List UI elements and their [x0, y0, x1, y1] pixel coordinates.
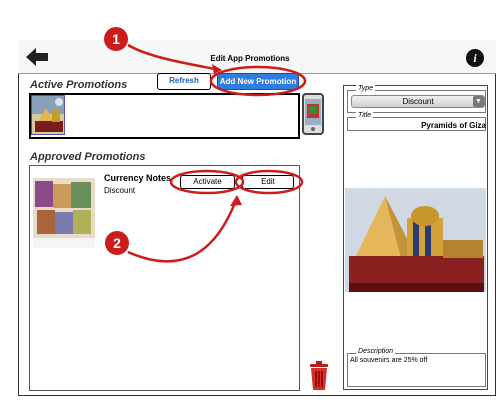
info-icon[interactable]: i: [466, 49, 484, 67]
description-legend: Description: [356, 348, 396, 355]
type-select[interactable]: Discount: [351, 95, 485, 108]
approved-promotion-thumbnail[interactable]: [33, 178, 95, 248]
active-promotion-thumbnail[interactable]: [31, 95, 65, 135]
active-promotions-list: [29, 93, 300, 139]
trash-icon[interactable]: [307, 361, 331, 391]
page-title: Edit App Promotions: [210, 54, 290, 63]
refresh-button[interactable]: Refresh: [157, 73, 211, 90]
phone-preview-icon[interactable]: [302, 93, 324, 135]
dropdown-arrow-icon[interactable]: ▼: [473, 96, 484, 107]
description-field[interactable]: All souvenirs are 25% off: [350, 357, 427, 364]
add-new-promotion-button[interactable]: Add New Promotion: [217, 73, 299, 90]
approved-item-type: Discount: [104, 186, 136, 195]
approved-promotions-label: Approved Promotions: [30, 151, 146, 163]
title-field[interactable]: Pyramids of Giza: [350, 121, 486, 130]
approved-item-title: Currency Notes: [104, 173, 172, 183]
title-legend: Title: [356, 112, 374, 119]
edit-button[interactable]: Edit: [242, 175, 294, 189]
activate-button[interactable]: Activate: [180, 175, 235, 189]
active-promotions-label: Active Promotions: [30, 79, 128, 91]
type-legend: Type: [356, 85, 376, 92]
promotion-image: [345, 188, 486, 292]
